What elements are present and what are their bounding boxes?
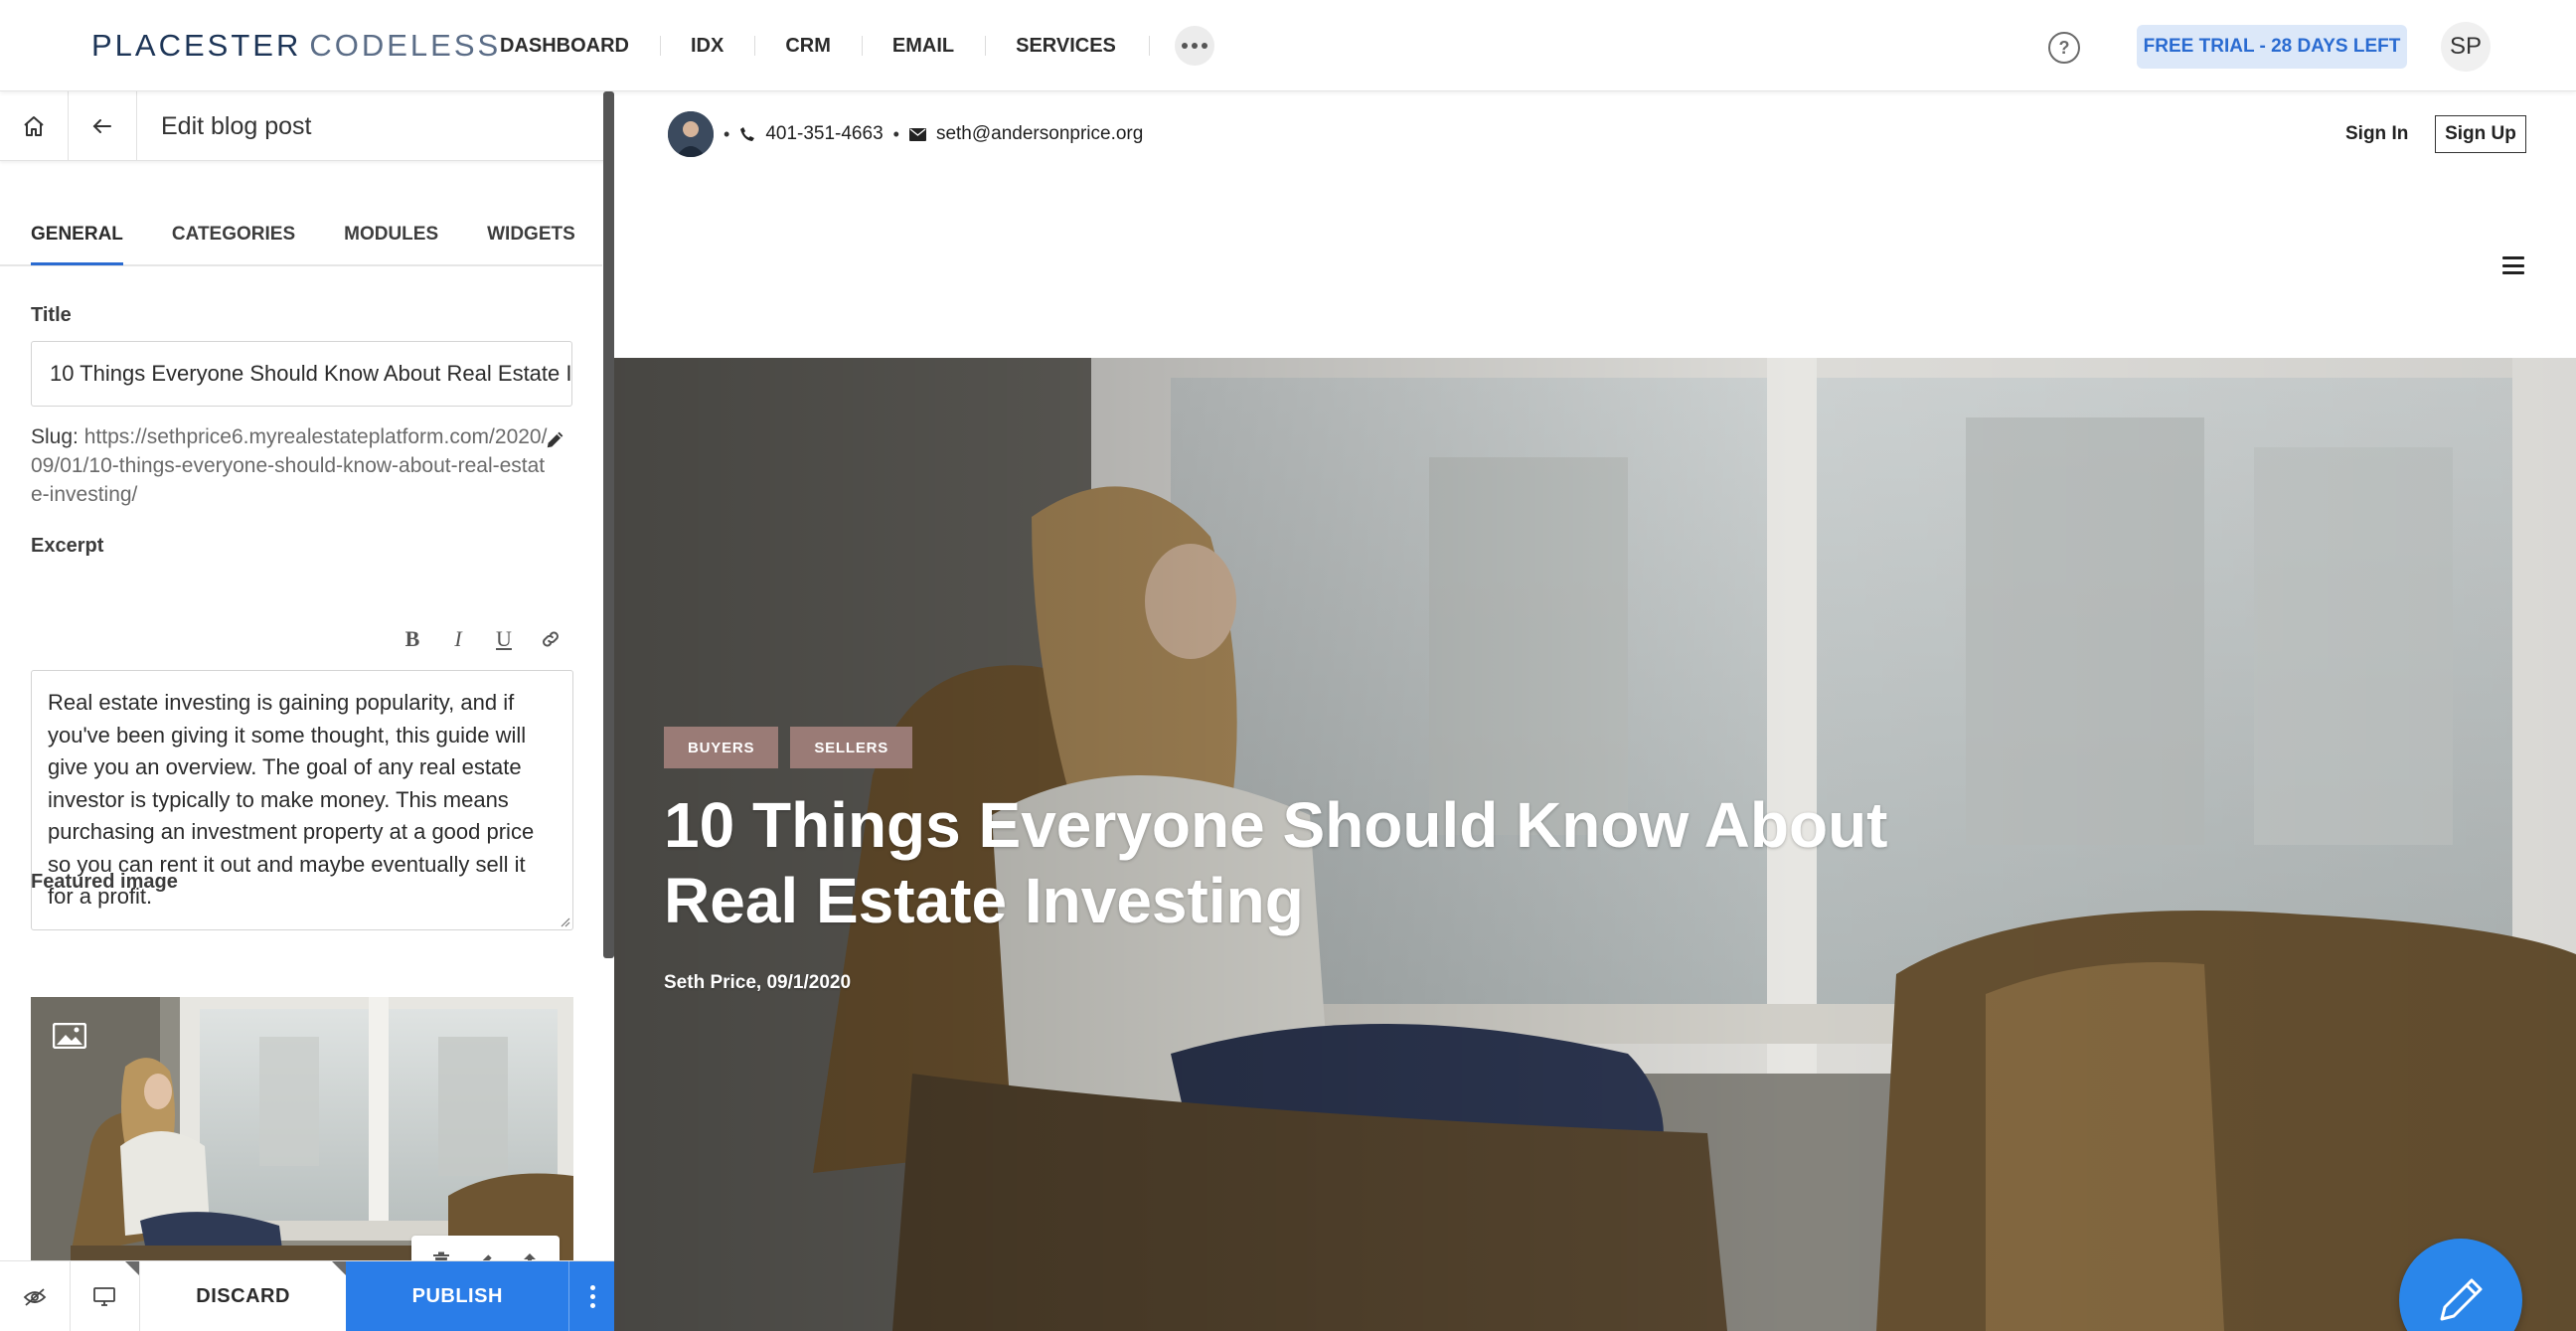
editor-title: Edit blog post xyxy=(161,112,312,140)
logo-text-primary: PLACESTER xyxy=(91,28,302,63)
image-icon xyxy=(53,1023,86,1049)
monitor-icon xyxy=(93,1286,116,1306)
slug-url: https://sethprice6.myrealestateplatform.… xyxy=(31,425,548,506)
main-nav: DASHBOARD IDX CRM EMAIL SERVICES xyxy=(469,22,1214,70)
email-address[interactable]: seth@andersonprice.org xyxy=(936,123,1143,145)
nav-dashboard[interactable]: DASHBOARD xyxy=(469,22,660,70)
tab-widgets[interactable]: WIDGETS xyxy=(469,221,593,264)
editor-tabs: GENERAL CATEGORIES MODULES WIDGETS xyxy=(0,221,602,266)
home-button[interactable] xyxy=(0,91,69,161)
device-preview-button[interactable] xyxy=(71,1261,140,1331)
back-button[interactable] xyxy=(69,91,137,161)
separator-dot: • xyxy=(892,123,899,144)
placester-logo[interactable]: PLACESTER CODELESS xyxy=(91,26,501,66)
phone-number[interactable]: 401-351-4663 xyxy=(765,123,883,145)
free-trial-button[interactable]: FREE TRIAL - 28 DAYS LEFT xyxy=(2137,25,2407,69)
slug-label: Slug: xyxy=(31,425,79,448)
pencil-icon xyxy=(547,431,564,448)
kebab-dot xyxy=(590,1285,596,1290)
site-header: • 401-351-4663 • seth@andersonprice.org … xyxy=(614,91,2576,358)
bold-icon[interactable]: B xyxy=(400,626,425,652)
more-menu-button[interactable] xyxy=(1148,26,1214,66)
agent-avatar xyxy=(668,111,714,157)
tab-general[interactable]: GENERAL xyxy=(13,221,141,265)
envelope-icon xyxy=(908,127,926,141)
menu-corner-indicator xyxy=(124,1261,139,1275)
tab-modules[interactable]: MODULES xyxy=(326,221,456,264)
kebab-dot xyxy=(590,1303,596,1308)
hamburger-menu-icon[interactable] xyxy=(2502,256,2524,274)
slug-text: Slug: https://sethprice6.myrealestatepla… xyxy=(31,422,548,509)
kebab-dot xyxy=(590,1294,596,1299)
contact-info: • 401-351-4663 • seth@andersonprice.org xyxy=(724,119,1143,149)
nav-idx[interactable]: IDX xyxy=(660,22,754,70)
arrow-left-icon xyxy=(92,119,111,133)
publish-options-button[interactable] xyxy=(568,1261,616,1331)
nav-email[interactable]: EMAIL xyxy=(861,22,985,70)
ellipsis-dot xyxy=(1201,43,1208,49)
editor-panel: Edit blog post GENERAL CATEGORIES MODULE… xyxy=(0,91,614,1331)
panel-scrollbar[interactable] xyxy=(603,91,614,958)
site-preview: • 401-351-4663 • seth@andersonprice.org … xyxy=(614,91,2576,1331)
nav-crm[interactable]: CRM xyxy=(754,22,862,70)
excerpt-label: Excerpt xyxy=(31,535,104,557)
user-avatar[interactable]: SP xyxy=(2441,22,2491,72)
featured-image-label: Featured image xyxy=(31,871,178,893)
sign-up-button[interactable]: Sign Up xyxy=(2435,115,2526,153)
menu-corner-indicator xyxy=(332,1261,347,1275)
editor-header: Edit blog post xyxy=(0,91,606,161)
discard-button[interactable]: DISCARD xyxy=(140,1261,347,1331)
underline-icon[interactable]: U xyxy=(491,626,517,652)
link-icon[interactable] xyxy=(538,626,564,652)
home-icon xyxy=(24,116,44,136)
ellipsis-dot xyxy=(1191,43,1198,49)
toggle-visibility-button[interactable] xyxy=(0,1261,71,1331)
eye-off-icon xyxy=(23,1287,47,1306)
ellipsis-dot xyxy=(1181,43,1188,49)
sign-in-link[interactable]: Sign In xyxy=(2345,119,2408,149)
tag-sellers[interactable]: SELLERS xyxy=(790,727,913,768)
discard-label: DISCARD xyxy=(196,1285,290,1307)
resize-grip-icon[interactable] xyxy=(559,915,570,927)
editor-action-bar: DISCARD PUBLISH xyxy=(0,1260,616,1331)
post-title: 10 Things Everyone Should Know About Rea… xyxy=(664,789,1888,936)
post-tags: BUYERS SELLERS xyxy=(664,727,913,768)
featured-image[interactable] xyxy=(31,997,573,1303)
help-icon[interactable]: ? xyxy=(2048,32,2080,64)
tab-categories[interactable]: CATEGORIES xyxy=(154,221,313,264)
title-label: Title xyxy=(31,304,72,326)
italic-icon[interactable]: I xyxy=(445,626,471,652)
title-input[interactable]: 10 Things Everyone Should Know About Rea… xyxy=(31,341,572,407)
nav-services[interactable]: SERVICES xyxy=(985,22,1147,70)
publish-button[interactable]: PUBLISH xyxy=(346,1261,569,1331)
pencil-icon xyxy=(2440,1278,2483,1321)
tag-buyers[interactable]: BUYERS xyxy=(664,727,779,768)
phone-icon xyxy=(740,127,755,141)
post-hero: BUYERS SELLERS 10 Things Everyone Should… xyxy=(614,358,2576,1331)
separator-dot: • xyxy=(724,123,730,144)
slug-edit-button[interactable] xyxy=(545,428,570,454)
post-byline: Seth Price, 09/1/2020 xyxy=(664,972,852,993)
top-navigation-bar: PLACESTER CODELESS DASHBOARD IDX CRM EMAI… xyxy=(0,0,2576,91)
